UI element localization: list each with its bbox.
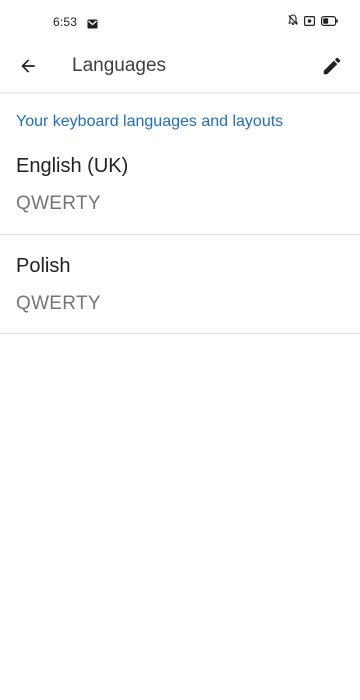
gmail-icon <box>87 16 98 29</box>
status-icons <box>287 13 338 31</box>
screen-record-icon <box>304 13 316 31</box>
language-name: Polish <box>16 255 71 277</box>
language-item-english-uk[interactable]: English (UK) QWERTY <box>0 155 360 255</box>
language-layout: QWERTY <box>16 293 101 314</box>
screen: 6:53 Languages Your keyboard languages a… <box>0 0 360 700</box>
silent-bell-icon <box>287 13 299 31</box>
pencil-icon <box>321 55 343 82</box>
language-name: English (UK) <box>16 155 129 177</box>
language-layout: QWERTY <box>16 193 101 214</box>
back-button[interactable] <box>12 52 44 84</box>
edit-button[interactable] <box>316 52 348 84</box>
section-header: Your keyboard languages and layouts <box>16 113 284 130</box>
battery-icon <box>321 13 338 31</box>
page-title: Languages <box>72 55 167 76</box>
divider <box>0 333 360 334</box>
app-bar: Languages <box>0 44 360 92</box>
app-bar-shadow <box>0 92 360 95</box>
arrow-back-icon <box>18 56 38 81</box>
language-item-polish[interactable]: Polish QWERTY <box>0 255 360 355</box>
status-time: 6:53 <box>53 15 78 29</box>
status-bar: 6:53 <box>0 0 360 44</box>
divider <box>0 234 360 235</box>
